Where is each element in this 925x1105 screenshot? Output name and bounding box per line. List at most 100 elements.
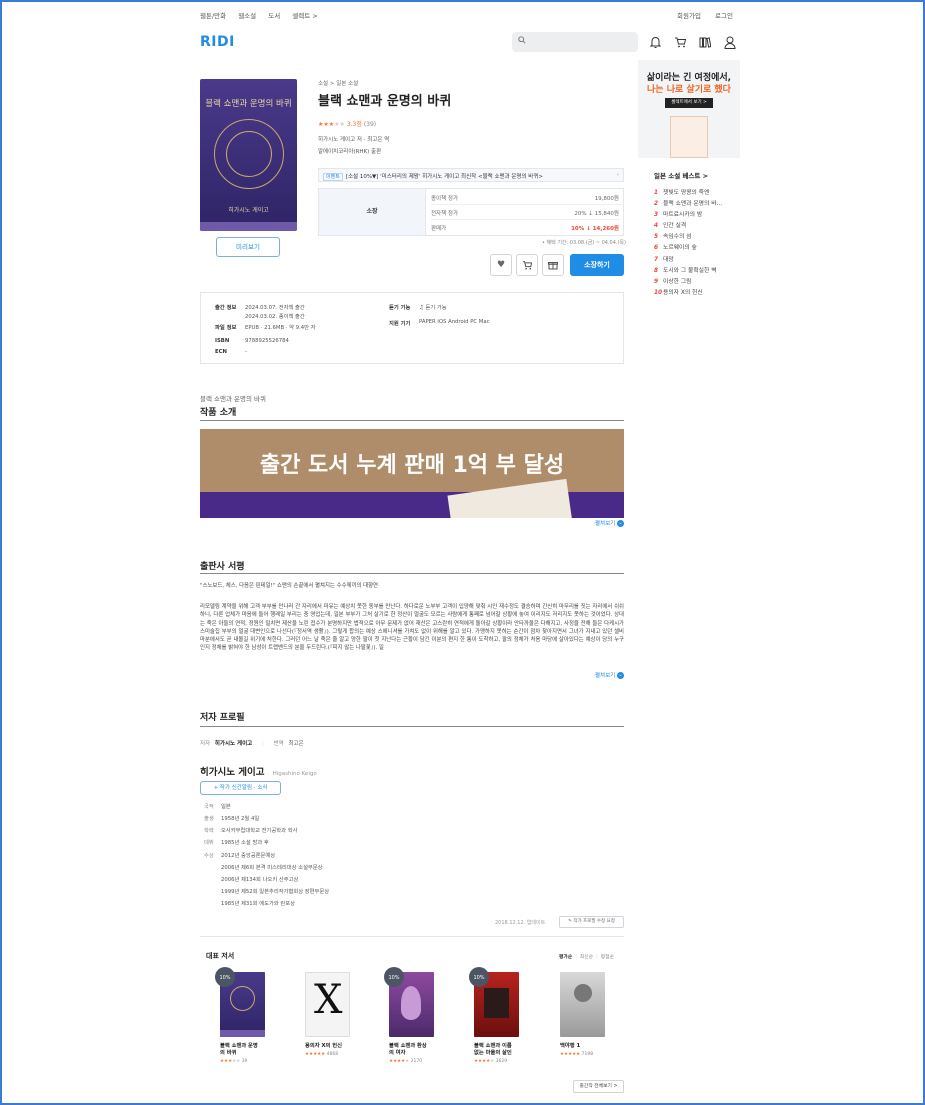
work-item[interactable]: 10% 블랙 쇼맨과 이름 없는 마을의 살인 ★★★★★ 3629 [469, 967, 524, 1064]
author-edit-request-button[interactable]: ✎ 작가 프로필 수정 요청 [559, 916, 624, 928]
intro-banner: 출간 도서 누계 판매 1억 부 달성 [200, 429, 624, 518]
book-title: 블랙 쇼맨과 운명의 바퀴 [318, 94, 452, 109]
work-rating: ★★★★★ 2170 [389, 1059, 423, 1064]
award-item: 1985년 제31회 에도가와 란포상 [221, 901, 296, 907]
bestseller-item[interactable]: 5 속임수의 섬 [654, 231, 744, 242]
user-icon[interactable] [723, 35, 737, 49]
nav-webtoon[interactable]: 웹툰/만화 [200, 12, 226, 20]
chevron-down-icon: ⌄ [617, 520, 624, 527]
pub-info-label: 출간 정보 [215, 305, 237, 311]
rating-value: 3.3점 [346, 121, 362, 128]
chevron-right-icon: › [616, 172, 619, 178]
cart-icon[interactable] [673, 35, 687, 49]
book-cover[interactable]: 블랙 쇼맨과 운명의 바퀴 히가시노 게이고 [200, 79, 297, 231]
work-title: 백야행 1 [560, 1043, 581, 1049]
ridi-logo[interactable]: RIDI [200, 34, 235, 50]
cover-band [200, 222, 297, 231]
side-ad-banner[interactable]: 삶이라는 긴 여정에서, 나는 나로 살기로 했다 셀렉트에서 보기 > [638, 60, 740, 158]
ad-button[interactable]: 셀렉트에서 보기 > [665, 98, 713, 108]
book-authors[interactable]: 히가시노 게이고 저 · 최고은 역 [318, 135, 389, 143]
device-label: 지원 기기 [389, 321, 411, 327]
search-icon [518, 36, 526, 44]
price-row: 종이책 정가 19,800원 [431, 190, 621, 205]
bestseller-item[interactable]: 2 블랙 쇼맨과 운명의 바... [654, 198, 744, 209]
search-input[interactable] [512, 32, 638, 52]
author-detail-row: 데뷔 1985년 소설 방과 후 [204, 840, 269, 846]
bestseller-item[interactable]: 3 마트료시카의 밤 [654, 209, 744, 220]
work-cover: X [305, 972, 350, 1037]
sort-score[interactable]: 평점순 [601, 955, 614, 960]
intro-subtitle: 블랙 쇼맨과 운명의 바퀴 [200, 395, 266, 403]
listen-value: ♫ 듣기 가능 [419, 305, 447, 311]
discount-badge: 10% [384, 967, 404, 987]
nav-books[interactable]: 도서 [268, 12, 280, 20]
tab-author[interactable]: 히가시노 게이고 [215, 741, 252, 747]
bestseller-item[interactable]: 7 대망 [654, 254, 744, 265]
work-item[interactable]: 10% 블랙 쇼맨과 환상 의 여자 ★★★★★ 2170 [384, 967, 439, 1064]
author-updated: 2018.12.12. 업데이트 [495, 920, 546, 926]
login-link[interactable]: 로그인 [715, 12, 733, 20]
work-cover [560, 972, 605, 1037]
banner-text: 출간 도서 누계 판매 1억 부 달성 [259, 453, 565, 478]
book-publisher[interactable]: 알에이치코리아(RHK) 출판 [318, 147, 381, 155]
intro-more-link[interactable]: 펼쳐보기 ⌄ [595, 519, 624, 527]
work-rating: ★★★★★ 7198 [560, 1052, 594, 1057]
cart-button[interactable] [516, 254, 538, 276]
work-item[interactable]: 백야행 1 ★★★★★ 7198 [560, 972, 610, 1057]
bell-icon[interactable] [648, 35, 662, 49]
event-banner[interactable]: 이벤트 [소설 10%▼] '미스터리의 제왕' 히가시노 게이고 최신작 <블랙… [318, 168, 624, 182]
intro-title: 작품 소개 [200, 408, 237, 418]
gift-button[interactable] [542, 254, 564, 276]
award-item: 1999년 제52회 일본추리작가협회상 장편부문상 [221, 889, 330, 895]
isbn-label: ISBN [215, 338, 230, 344]
breadcrumb[interactable]: 소설 > 일본 소설 [318, 79, 358, 87]
author-detail-row: 국적 일본 [204, 804, 231, 810]
sort-rating[interactable]: 평가순 [559, 955, 572, 960]
heart-icon: ♥ [496, 260, 506, 270]
bestseller-title[interactable]: 일본 소설 베스트 > [654, 170, 708, 180]
author-name-block: 히가시노 게이고 Higashino Keigo [200, 760, 317, 779]
file-info-label: 파일 정보 [215, 325, 237, 331]
price-row: 판매가 10% ↓ 14,260원 [431, 226, 619, 232]
buy-button[interactable]: 소장하기 [570, 254, 624, 276]
author-name: 히가시노 게이고 [200, 767, 265, 778]
library-icon[interactable] [698, 35, 712, 49]
bestseller-item[interactable]: 1 잿빛도 땅콩의 죽엔 [654, 187, 744, 198]
work-item[interactable]: 10% 블랙 쇼맨과 운명 의 바퀴 ★★★★★ 39 [215, 967, 270, 1064]
price-type-label: 소장 [319, 189, 426, 235]
bestseller-item[interactable]: 4 인간 실격 [654, 220, 744, 231]
cover-ring-inner [226, 131, 272, 177]
bestseller-item[interactable]: 6 노르웨이의 숲 [654, 242, 744, 253]
file-info-value: EPUB · 21.6MB · 약 9.4만 자 [245, 325, 316, 331]
work-rating: ★★★★★ 39 [220, 1059, 248, 1064]
discount-badge: 10% [469, 967, 489, 987]
cart-icon [522, 261, 532, 270]
author-detail-row: 학력 오사카부립대학교 전기공학과 학사 [204, 828, 298, 834]
author-tabs: 저자 히가시노 게이고 | 번역 최고은 [200, 741, 304, 747]
isbn-value: 9788925526784 [245, 338, 289, 344]
sort-latest[interactable]: 최신순 [580, 955, 593, 960]
chevron-down-icon: ⌄ [617, 672, 624, 679]
price-note: • 혜택 기간: 03.08.(금) ~ 04.04.(목) [542, 240, 626, 246]
bestseller-item[interactable]: 9 이상한 그림 [654, 276, 744, 287]
listen-label: 듣기 기능 [389, 305, 411, 311]
cover-author: 히가시노 게이고 [228, 207, 269, 214]
works-title: 대표 저서 [206, 952, 235, 960]
bestseller-item[interactable]: 8 도시와 그 불확실한 벽 [654, 265, 744, 276]
ad-book-image [670, 116, 708, 158]
nav-webnovel[interactable]: 웹소설 [238, 12, 256, 20]
bestseller-item[interactable]: 10용의자 X의 헌신 [654, 287, 744, 298]
work-item[interactable]: X 용의자 X의 헌신 ★★★★★ 4868 [305, 972, 355, 1057]
discount-badge: 10% [215, 967, 235, 987]
review-quote: "스노보드, 체스, 다음은 핀테일!" 쇼맨의 손끝에서 펼쳐지는 수수께끼의… [200, 583, 378, 589]
divider [200, 573, 624, 574]
wishlist-button[interactable]: ♥ [490, 254, 512, 276]
preview-button[interactable]: 미리보기 [216, 237, 280, 257]
tab-translator[interactable]: 최고은 [288, 741, 303, 747]
review-more-link[interactable]: 펼쳐보기 ⌄ [595, 671, 624, 679]
signup-link[interactable]: 회원가입 [677, 12, 701, 20]
all-works-button[interactable]: 출간작 전체보기 > [573, 1080, 624, 1093]
ecn-value: - [245, 349, 247, 355]
author-follow-button[interactable]: + 작가 신간알림 · 소식 [200, 781, 281, 795]
nav-select[interactable]: 셀렉트 > [292, 12, 317, 20]
